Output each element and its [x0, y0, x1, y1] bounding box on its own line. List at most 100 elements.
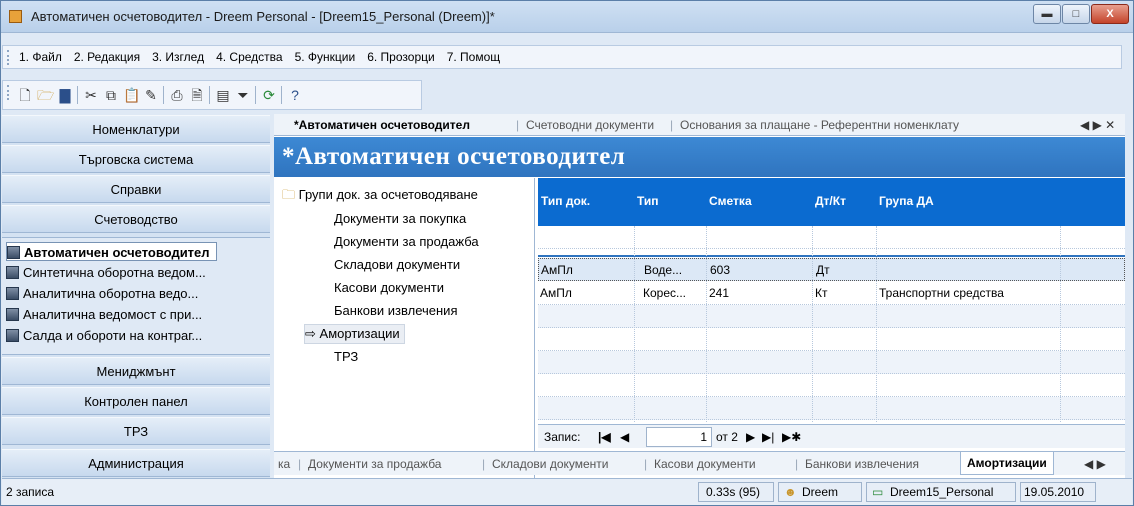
filter-icon[interactable]: ⏷	[235, 87, 251, 103]
refresh-icon[interactable]: ⟳	[261, 87, 277, 103]
col-asset-group[interactable]: Група ДА	[879, 194, 934, 208]
status-bar: 2 записа 0.33s (95) ☻ Dreem ▭ Dreem15_Pe…	[2, 478, 1132, 505]
sidebar-item-balances[interactable]: Салда и обороти на контраг...	[6, 326, 202, 345]
table-row[interactable]	[538, 226, 1125, 249]
record-total: от 2	[716, 430, 738, 444]
sidebar-section-trade[interactable]: Търговска система	[2, 145, 270, 173]
tree-item[interactable]: Касови документи	[334, 279, 444, 297]
new-icon[interactable]: 🗋	[17, 87, 33, 103]
tab-payment-grounds[interactable]: Основания за плащане - Референтни номенк…	[680, 118, 959, 132]
sidebar-section-management[interactable]: Мениджмънт	[2, 357, 270, 385]
minimize-button[interactable]: ▬	[1033, 4, 1061, 24]
first-record-icon[interactable]: |◀	[598, 430, 611, 444]
menu-help[interactable]: 7. Помощ	[445, 50, 502, 64]
tree-item[interactable]: Документи за покупка	[334, 210, 466, 228]
tab-depreciation[interactable]: Амортизации	[960, 452, 1054, 475]
paste-icon[interactable]: 📋	[123, 87, 140, 103]
table-row[interactable]	[538, 397, 1125, 420]
bottom-tab-scroll-nav[interactable]: ◀ ▶	[1084, 457, 1106, 471]
sidebar-section-admin[interactable]: Администрация	[2, 449, 270, 477]
menu-tools[interactable]: 4. Средства	[214, 50, 285, 64]
maximize-button[interactable]: □	[1062, 4, 1090, 24]
table-row[interactable]	[538, 374, 1125, 397]
document-tabs: *Автоматичен осчетоводител | Счетоводни …	[274, 114, 1125, 136]
tab-cash-docs[interactable]: Касови документи	[654, 457, 756, 471]
save-icon[interactable]: ▇	[57, 87, 73, 103]
tree-item[interactable]: Складови документи	[334, 256, 460, 274]
report-icon	[6, 266, 19, 279]
sidebar-section-payroll[interactable]: ТРЗ	[2, 417, 270, 445]
close-button[interactable]: X	[1091, 4, 1129, 24]
data-grid: Тип док. Тип Сметка Дт/Кт Група ДА АмПл …	[538, 178, 1125, 480]
sidebar-item-analytic-attach[interactable]: Аналитична ведомост с при...	[6, 305, 202, 324]
col-account[interactable]: Сметка	[709, 194, 752, 208]
tab-purchase-cut[interactable]: ка	[278, 457, 290, 471]
tree-root[interactable]: 🗀 Групи док. за осчетоводяване	[282, 186, 478, 204]
sidebar-section-reports[interactable]: Справки	[2, 175, 270, 203]
sidebar-section-accounting[interactable]: Счетоводство	[2, 205, 270, 233]
page-title: *Автоматичен осчетоводител	[274, 137, 1125, 177]
menu-windows[interactable]: 6. Прозорци	[365, 50, 436, 64]
menu-edit[interactable]: 2. Редакция	[72, 50, 142, 64]
app-window: Автоматичен осчетоводител - Dreem Person…	[0, 0, 1134, 506]
window-icon[interactable]: ▤	[215, 87, 231, 103]
menu-view[interactable]: 3. Изглед	[150, 50, 206, 64]
table-row[interactable]: АмПл Корес... 241 Кт Транспортни средств…	[538, 282, 1125, 305]
report-icon	[6, 287, 19, 300]
menu-file[interactable]: 1. Файл	[17, 50, 64, 64]
title-bar[interactable]: Автоматичен осчетоводител - Dreem Person…	[1, 1, 1133, 33]
col-doc-type[interactable]: Тип док.	[541, 194, 590, 208]
prev-record-icon[interactable]: ◀	[620, 430, 629, 444]
status-database: Dreem15_Personal	[890, 485, 994, 499]
window-title: Автоматичен осчетоводител - Dreem Person…	[31, 9, 495, 24]
next-record-icon[interactable]: ▶	[746, 430, 755, 444]
app-icon	[9, 10, 22, 23]
edit-icon[interactable]: ✎	[143, 87, 159, 103]
tab-sales-docs[interactable]: Документи за продажба	[308, 457, 441, 471]
open-icon[interactable]: 🗁	[37, 87, 54, 103]
tab-warehouse-docs[interactable]: Складови документи	[492, 457, 609, 471]
status-timing: 0.33s (95)	[706, 485, 761, 499]
tree-item-selected[interactable]: ⇨ Амортизации	[304, 324, 405, 344]
status-date: 19.05.2010	[1024, 485, 1085, 499]
sidebar-item-auto-accountant[interactable]: Автоматичен осчетоводител	[6, 242, 217, 261]
tab-bank-statements[interactable]: Банкови извлечения	[805, 457, 919, 471]
tree-item[interactable]: Банкови извлечения	[334, 302, 457, 320]
tab-accounting-docs[interactable]: Счетоводни документи	[526, 118, 654, 132]
menu-grip-icon[interactable]	[7, 50, 10, 65]
sidebar-section-nomenclatures[interactable]: Номенклатури	[2, 115, 270, 143]
table-row-selected[interactable]: АмПл Воде... 603 Дт	[538, 258, 1125, 281]
cut-icon[interactable]: ✂	[83, 87, 99, 103]
print-icon[interactable]: ⎙	[169, 87, 185, 103]
report-icon	[6, 308, 19, 321]
preview-icon[interactable]: 🗎	[189, 87, 205, 103]
record-number-input[interactable]: 1	[646, 427, 712, 447]
col-type[interactable]: Тип	[637, 194, 659, 208]
table-row[interactable]	[538, 351, 1125, 374]
sidebar-item-synthetic[interactable]: Синтетична оборотна ведом...	[6, 263, 206, 282]
sidebar-section-control-panel[interactable]: Контролен панел	[2, 387, 270, 415]
table-row[interactable]	[538, 305, 1125, 328]
tree-item[interactable]: Документи за продажба	[334, 233, 479, 251]
toolbar-grip-icon[interactable]	[7, 85, 10, 100]
group-tree: 🗀 Групи док. за осчетоводяване Документи…	[274, 178, 535, 480]
last-record-icon[interactable]: ▶|	[762, 430, 774, 444]
content-area: *Автоматичен осчетоводител | Счетоводни …	[274, 114, 1125, 480]
sidebar: Номенклатури Търговска система Справки С…	[2, 115, 270, 479]
col-dt-kt[interactable]: Дт/Кт	[815, 194, 846, 208]
record-label: Запис:	[544, 430, 581, 444]
database-icon: ▭	[872, 485, 884, 499]
report-icon	[7, 246, 20, 259]
menu-functions[interactable]: 5. Функции	[293, 50, 358, 64]
tab-auto-accountant[interactable]: *Автоматичен осчетоводител	[294, 118, 470, 132]
table-row[interactable]	[538, 328, 1125, 351]
grid-header: Тип док. Тип Сметка Дт/Кт Група ДА	[538, 178, 1125, 226]
user-icon: ☻	[784, 485, 797, 499]
help-icon[interactable]: ?	[287, 87, 303, 103]
copy-icon[interactable]: ⧉	[103, 87, 119, 103]
tab-scroll-nav[interactable]: ◀ ▶ ✕	[1080, 118, 1115, 132]
tree-item[interactable]: ТРЗ	[334, 348, 358, 366]
sidebar-item-analytic[interactable]: Аналитична оборотна ведо...	[6, 284, 198, 303]
new-record-icon[interactable]: ▶✱	[782, 430, 801, 444]
group-tabs: ка | Документи за продажба | Складови до…	[274, 451, 1125, 475]
